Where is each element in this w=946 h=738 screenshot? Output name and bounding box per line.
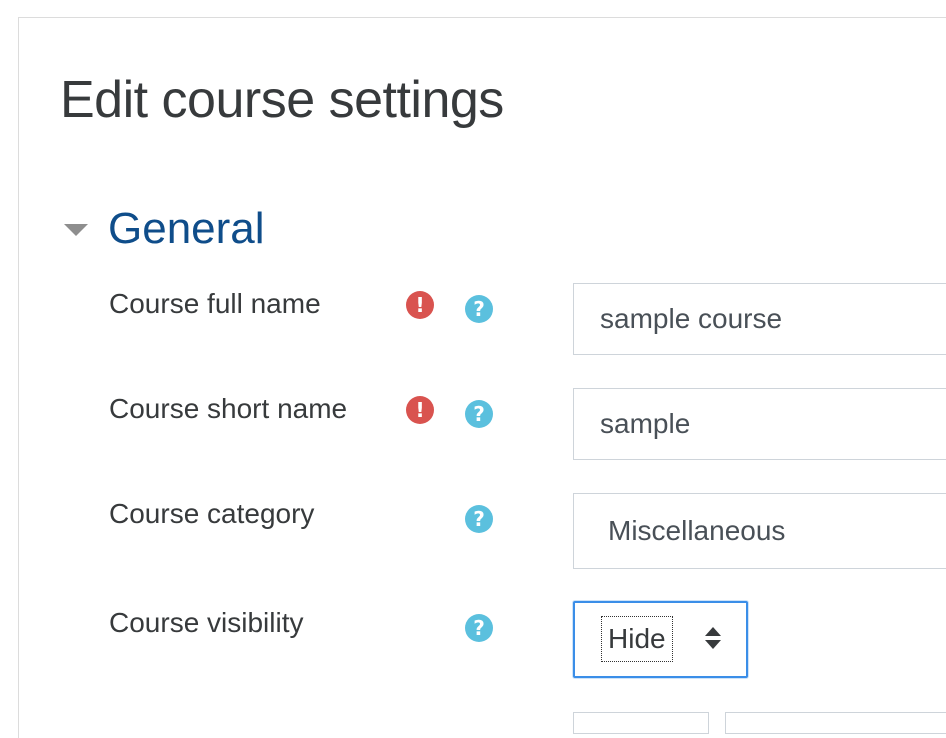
help-icon[interactable]: ? [465,614,493,642]
visibility-selected-value: Hide [601,616,673,662]
category-select[interactable]: Miscellaneous [573,493,946,569]
select-arrows-icon [705,627,721,651]
help-icon[interactable]: ? [465,295,493,323]
help-icon[interactable]: ? [465,505,493,533]
date-select-partial[interactable] [573,712,709,734]
shortname-label: Course short name [109,393,348,424]
category-label: Course category [109,498,315,529]
collapse-triangle-icon[interactable] [64,224,88,236]
page-title: Edit course settings [60,71,504,129]
visibility-select[interactable]: Hide [573,601,748,678]
required-icon: ! [406,396,434,424]
required-icon: ! [406,291,434,319]
shortname-input[interactable]: sample [573,388,946,460]
date-select-partial[interactable] [725,712,946,734]
section-header-general[interactable]: General [108,204,265,254]
fullname-input[interactable]: sample course [573,283,946,355]
fullname-label: Course full name [109,288,321,319]
visibility-label: Course visibility [109,607,304,638]
help-icon[interactable]: ? [465,400,493,428]
